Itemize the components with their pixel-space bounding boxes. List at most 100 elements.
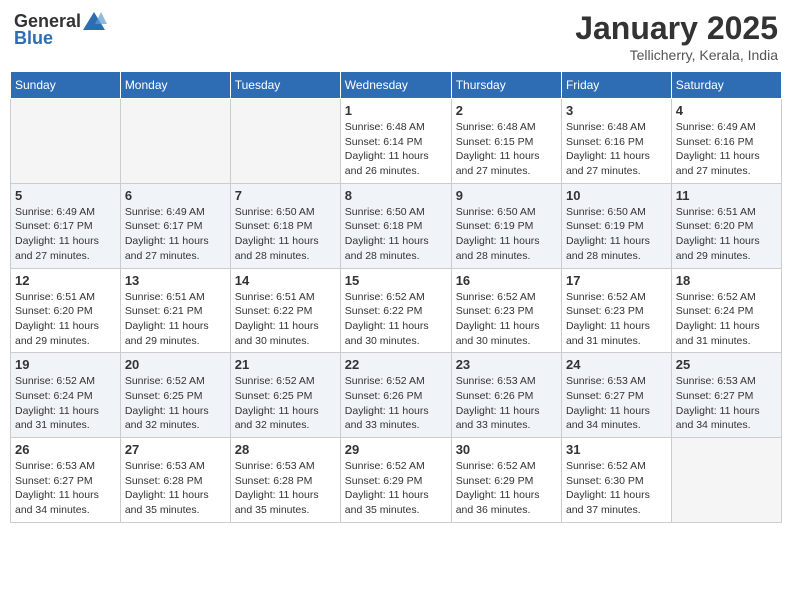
day-info: Sunrise: 6:50 AM Sunset: 6:18 PM Dayligh… — [235, 205, 336, 264]
day-number: 9 — [456, 188, 557, 203]
day-info: Sunrise: 6:52 AM Sunset: 6:24 PM Dayligh… — [676, 290, 777, 349]
day-info: Sunrise: 6:53 AM Sunset: 6:27 PM Dayligh… — [676, 374, 777, 433]
day-info: Sunrise: 6:49 AM Sunset: 6:17 PM Dayligh… — [15, 205, 116, 264]
day-info: Sunrise: 6:52 AM Sunset: 6:22 PM Dayligh… — [345, 290, 447, 349]
day-info: Sunrise: 6:53 AM Sunset: 6:28 PM Dayligh… — [235, 459, 336, 518]
day-info: Sunrise: 6:53 AM Sunset: 6:27 PM Dayligh… — [15, 459, 116, 518]
day-info: Sunrise: 6:51 AM Sunset: 6:20 PM Dayligh… — [15, 290, 116, 349]
day-number: 20 — [125, 357, 226, 372]
calendar-cell — [230, 99, 340, 184]
title-section: January 2025 Tellicherry, Kerala, India — [575, 10, 778, 63]
day-info: Sunrise: 6:49 AM Sunset: 6:16 PM Dayligh… — [676, 120, 777, 179]
calendar-week-row: 1 Sunrise: 6:48 AM Sunset: 6:14 PM Daylig… — [11, 99, 782, 184]
day-number: 6 — [125, 188, 226, 203]
calendar-day-header: Friday — [561, 72, 671, 99]
day-info: Sunrise: 6:50 AM Sunset: 6:18 PM Dayligh… — [345, 205, 447, 264]
day-number: 18 — [676, 273, 777, 288]
calendar-cell: 15 Sunrise: 6:52 AM Sunset: 6:22 PM Dayli… — [340, 268, 451, 353]
day-number: 3 — [566, 103, 667, 118]
calendar-cell: 4 Sunrise: 6:49 AM Sunset: 6:16 PM Daylig… — [671, 99, 781, 184]
day-info: Sunrise: 6:52 AM Sunset: 6:25 PM Dayligh… — [125, 374, 226, 433]
calendar-week-row: 19Sunrise: 6:52 AM Sunset: 6:24 PM Dayli… — [11, 353, 782, 438]
day-number: 12 — [15, 273, 116, 288]
calendar-cell: 16 Sunrise: 6:52 AM Sunset: 6:23 PM Dayli… — [451, 268, 561, 353]
day-info: Sunrise: 6:52 AM Sunset: 6:29 PM Dayligh… — [456, 459, 557, 518]
calendar-cell: 27Sunrise: 6:53 AM Sunset: 6:28 PM Dayli… — [120, 438, 230, 523]
calendar-week-row: 26 Sunrise: 6:53 AM Sunset: 6:27 PM Dayli… — [11, 438, 782, 523]
calendar-cell: 3 Sunrise: 6:48 AM Sunset: 6:16 PM Daylig… — [561, 99, 671, 184]
day-number: 5 — [15, 188, 116, 203]
calendar-cell: 8 Sunrise: 6:50 AM Sunset: 6:18 PM Daylig… — [340, 183, 451, 268]
day-info: Sunrise: 6:53 AM Sunset: 6:27 PM Dayligh… — [566, 374, 667, 433]
day-info: Sunrise: 6:52 AM Sunset: 6:29 PM Dayligh… — [345, 459, 447, 518]
calendar-table: SundayMondayTuesdayWednesdayThursdayFrid… — [10, 71, 782, 523]
page-header: General Blue January 2025 Tellicherry, K… — [10, 10, 782, 63]
calendar-cell: 13 Sunrise: 6:51 AM Sunset: 6:21 PM Dayli… — [120, 268, 230, 353]
calendar-cell: 18 Sunrise: 6:52 AM Sunset: 6:24 PM Dayli… — [671, 268, 781, 353]
calendar-cell: 23 Sunrise: 6:53 AM Sunset: 6:26 PM Dayli… — [451, 353, 561, 438]
day-info: Sunrise: 6:48 AM Sunset: 6:14 PM Dayligh… — [345, 120, 447, 179]
calendar-cell: 26 Sunrise: 6:53 AM Sunset: 6:27 PM Dayli… — [11, 438, 121, 523]
day-number: 4 — [676, 103, 777, 118]
day-info: Sunrise: 6:52 AM Sunset: 6:23 PM Dayligh… — [566, 290, 667, 349]
calendar-day-header: Sunday — [11, 72, 121, 99]
day-number: 16 — [456, 273, 557, 288]
calendar-cell: 17 Sunrise: 6:52 AM Sunset: 6:23 PM Dayli… — [561, 268, 671, 353]
day-number: 30 — [456, 442, 557, 457]
day-number: 14 — [235, 273, 336, 288]
day-info: Sunrise: 6:51 AM Sunset: 6:21 PM Dayligh… — [125, 290, 226, 349]
day-number: 11 — [676, 188, 777, 203]
day-number: 24 — [566, 357, 667, 372]
day-number: 17 — [566, 273, 667, 288]
month-title: January 2025 — [575, 10, 778, 47]
day-number: 15 — [345, 273, 447, 288]
calendar-week-row: 12 Sunrise: 6:51 AM Sunset: 6:20 PM Dayli… — [11, 268, 782, 353]
day-info: Sunrise: 6:48 AM Sunset: 6:15 PM Dayligh… — [456, 120, 557, 179]
location: Tellicherry, Kerala, India — [575, 47, 778, 63]
day-number: 21 — [235, 357, 336, 372]
logo: General Blue — [14, 10, 107, 49]
calendar-cell: 1 Sunrise: 6:48 AM Sunset: 6:14 PM Daylig… — [340, 99, 451, 184]
calendar-week-row: 5 Sunrise: 6:49 AM Sunset: 6:17 PM Daylig… — [11, 183, 782, 268]
logo-icon — [81, 10, 107, 32]
day-number: 23 — [456, 357, 557, 372]
day-number: 25 — [676, 357, 777, 372]
calendar-cell — [11, 99, 121, 184]
calendar-day-header: Tuesday — [230, 72, 340, 99]
day-number: 8 — [345, 188, 447, 203]
day-info: Sunrise: 6:52 AM Sunset: 6:26 PM Dayligh… — [345, 374, 447, 433]
day-info: Sunrise: 6:50 AM Sunset: 6:19 PM Dayligh… — [566, 205, 667, 264]
day-number: 29 — [345, 442, 447, 457]
calendar-cell: 19Sunrise: 6:52 AM Sunset: 6:24 PM Dayli… — [11, 353, 121, 438]
calendar-cell: 7 Sunrise: 6:50 AM Sunset: 6:18 PM Daylig… — [230, 183, 340, 268]
day-number: 22 — [345, 357, 447, 372]
day-info: Sunrise: 6:52 AM Sunset: 6:30 PM Dayligh… — [566, 459, 667, 518]
day-number: 28 — [235, 442, 336, 457]
calendar-day-header: Monday — [120, 72, 230, 99]
day-info: Sunrise: 6:49 AM Sunset: 6:17 PM Dayligh… — [125, 205, 226, 264]
day-info: Sunrise: 6:51 AM Sunset: 6:20 PM Dayligh… — [676, 205, 777, 264]
day-info: Sunrise: 6:53 AM Sunset: 6:28 PM Dayligh… — [125, 459, 226, 518]
calendar-cell: 22 Sunrise: 6:52 AM Sunset: 6:26 PM Dayli… — [340, 353, 451, 438]
calendar-cell — [120, 99, 230, 184]
day-number: 26 — [15, 442, 116, 457]
day-number: 13 — [125, 273, 226, 288]
calendar-cell: 30 Sunrise: 6:52 AM Sunset: 6:29 PM Dayli… — [451, 438, 561, 523]
calendar-day-header: Wednesday — [340, 72, 451, 99]
calendar-cell — [671, 438, 781, 523]
calendar-cell: 2Sunrise: 6:48 AM Sunset: 6:15 PM Daylig… — [451, 99, 561, 184]
day-number: 19 — [15, 357, 116, 372]
calendar-day-header: Thursday — [451, 72, 561, 99]
calendar-cell: 10 Sunrise: 6:50 AM Sunset: 6:19 PM Dayli… — [561, 183, 671, 268]
day-info: Sunrise: 6:52 AM Sunset: 6:23 PM Dayligh… — [456, 290, 557, 349]
day-number: 10 — [566, 188, 667, 203]
day-info: Sunrise: 6:53 AM Sunset: 6:26 PM Dayligh… — [456, 374, 557, 433]
day-info: Sunrise: 6:48 AM Sunset: 6:16 PM Dayligh… — [566, 120, 667, 179]
day-number: 1 — [345, 103, 447, 118]
logo-text-blue: Blue — [14, 28, 53, 49]
calendar-cell: 20 Sunrise: 6:52 AM Sunset: 6:25 PM Dayli… — [120, 353, 230, 438]
calendar-cell: 25 Sunrise: 6:53 AM Sunset: 6:27 PM Dayli… — [671, 353, 781, 438]
calendar-cell: 5 Sunrise: 6:49 AM Sunset: 6:17 PM Daylig… — [11, 183, 121, 268]
calendar-cell: 6 Sunrise: 6:49 AM Sunset: 6:17 PM Daylig… — [120, 183, 230, 268]
day-number: 7 — [235, 188, 336, 203]
